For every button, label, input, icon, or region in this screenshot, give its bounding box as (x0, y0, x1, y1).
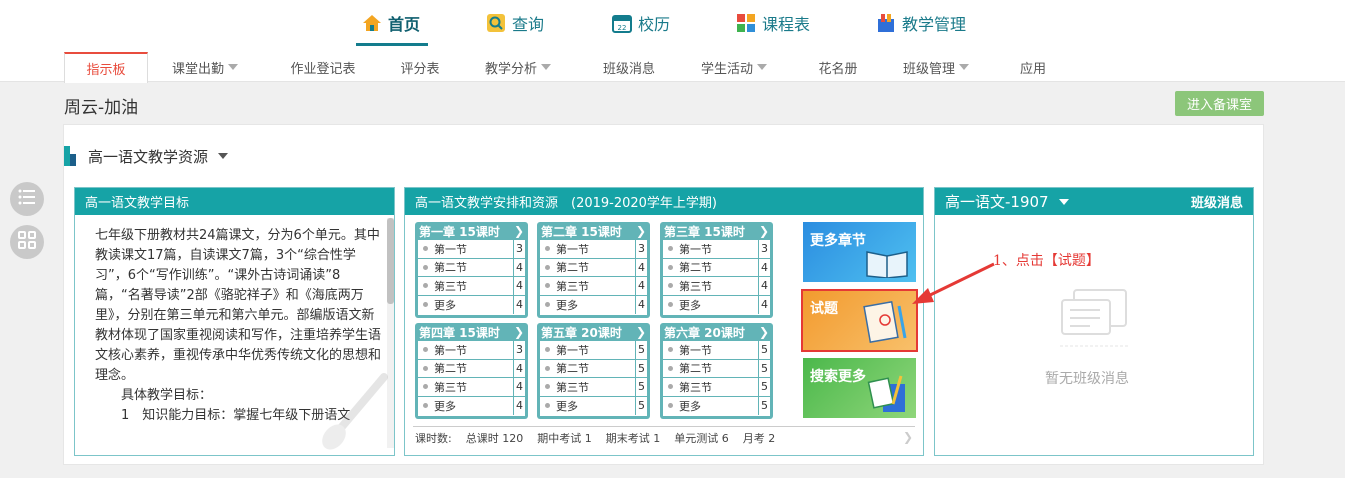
section-row[interactable]: 第二节 5 (540, 359, 647, 378)
section-row[interactable]: 第一节 5 (663, 341, 770, 360)
schedule-title: 高一语文教学安排和资源 (2019-2020学年上学期) (405, 188, 923, 215)
chapter-title: 第三章 15课时 (664, 224, 745, 239)
chevron-down-icon (1058, 198, 1069, 205)
tab-dashboard[interactable]: 指示板 (64, 52, 148, 83)
section-row[interactable]: 第一节 3 (540, 240, 647, 259)
chapter-title: 第二章 15课时 (541, 224, 622, 239)
section-row[interactable]: 第一节 3 (418, 341, 525, 360)
teaching-goals-title: 高一语文教学目标 (75, 188, 394, 215)
section-row-more[interactable]: 更多 4 (418, 396, 525, 415)
chapter-block[interactable]: 第六章 20课时 ❯ 第一节 5 第二节 5 第三节 5 更多 5 (660, 323, 773, 419)
empty-messages-text: 暂无班级消息 (1045, 371, 1129, 387)
scrollbar-thumb[interactable] (387, 218, 394, 304)
chapter-block[interactable]: 第三章 15课时 ❯ 第一节 3 第二节 4 第三节 4 更多 4 (660, 222, 773, 318)
section-row[interactable]: 第二节 5 (663, 359, 770, 378)
chevron-right-icon: ❯ (513, 325, 524, 339)
chevron-down-icon (228, 64, 238, 70)
nav-calendar[interactable]: 22 校历 (612, 10, 670, 36)
chevron-down-icon (959, 64, 969, 70)
list-icon (18, 189, 36, 209)
greeting: 周云-加油 (64, 98, 139, 118)
section-row[interactable]: 第三节 5 (663, 378, 770, 397)
chevron-right-icon: ❯ (758, 224, 769, 238)
annotation-text: 1、点击【试题】 (993, 253, 1100, 269)
section-row[interactable]: 第三节 4 (540, 277, 647, 296)
exam-tile-highlight (801, 289, 918, 352)
annotation-arrow-icon (912, 262, 995, 304)
section-row[interactable]: 第二节 4 (418, 359, 525, 378)
tab-class-management[interactable]: 班级管理 (894, 52, 978, 82)
chevron-right-icon: ❯ (513, 224, 524, 238)
chapter-title: 第四章 15课时 (419, 325, 500, 340)
timetable-icon (736, 13, 756, 33)
teaching-management-icon (876, 13, 896, 33)
tab-student-activities[interactable]: 学生活动 (692, 52, 776, 82)
tab-homework[interactable]: 作业登记表 (278, 52, 368, 82)
tab-roster[interactable]: 花名册 (810, 52, 866, 82)
nav-search[interactable]: 查询 (486, 10, 544, 36)
section-row[interactable]: 第三节 4 (418, 277, 525, 296)
tab-apps[interactable]: 应用 (1012, 52, 1054, 82)
chapter-title: 第六章 20课时 (664, 325, 745, 340)
tab-scores[interactable]: 评分表 (390, 52, 450, 82)
home-icon (362, 13, 382, 33)
grid-view-button[interactable] (10, 225, 44, 259)
notebook-icon (867, 375, 905, 412)
chapter-block[interactable]: 第四章 15课时 ❯ 第一节 3 第二节 4 第三节 4 更多 4 (415, 323, 528, 419)
list-view-button[interactable] (10, 182, 44, 216)
chevron-down-icon (541, 64, 551, 70)
grid-icon (18, 231, 36, 253)
chapter-block[interactable]: 第一章 15课时 ❯ 第一节 3 第二节 4 第三节 4 更多 4 (415, 222, 528, 318)
section-row-more[interactable]: 更多 4 (418, 295, 525, 314)
section-marker-icon (64, 146, 76, 166)
teaching-goals-card: 高一语文教学目标 七年级下册教材共24篇课文，分为6个单元。其中教读课文17篇，… (74, 187, 395, 456)
chevron-right-icon: ❯ (635, 224, 646, 238)
section-row[interactable]: 第三节 5 (540, 378, 647, 397)
section-row-more[interactable]: 更多 4 (540, 295, 647, 314)
chevron-right-icon: ❯ (758, 325, 769, 339)
calendar-icon: 22 (612, 13, 632, 33)
section-row-more[interactable]: 更多 5 (540, 396, 647, 415)
search-more-tile[interactable]: 搜索更多 (803, 358, 916, 418)
search-icon (486, 13, 506, 33)
nav-teaching-management[interactable]: 教学管理 (876, 10, 966, 36)
section-row[interactable]: 第二节 4 (418, 258, 525, 277)
more-chapters-tile[interactable]: 更多章节 (803, 222, 916, 282)
chevron-down-icon (218, 153, 229, 159)
chevron-down-icon (757, 64, 767, 70)
tab-class-messages[interactable]: 班级消息 (592, 52, 666, 82)
section-row[interactable]: 第一节 5 (540, 341, 647, 360)
section-row-more[interactable]: 更多 4 (663, 295, 770, 314)
section-row[interactable]: 第三节 4 (663, 277, 770, 296)
tab-analysis[interactable]: 教学分析 (476, 52, 560, 82)
section-row[interactable]: 第一节 3 (418, 240, 525, 259)
book-icon (866, 251, 908, 278)
section-row[interactable]: 第一节 3 (663, 240, 770, 259)
chevron-right-icon: ❯ (635, 325, 646, 339)
enter-prep-room-button[interactable]: 进入备课室 (1175, 91, 1264, 116)
nav-home[interactable]: 首页 (362, 10, 420, 36)
chevron-right-icon[interactable]: ❯ (903, 430, 913, 444)
section-row[interactable]: 第二节 4 (663, 258, 770, 277)
lesson-stats: 课时数: 总课时 120 期中考试 1 期末考试 1 单元测试 6 月考 2 (415, 432, 776, 445)
nav-timetable[interactable]: 课程表 (736, 10, 810, 36)
section-row-more[interactable]: 更多 5 (663, 396, 770, 415)
chapter-block[interactable]: 第五章 20课时 ❯ 第一节 5 第二节 5 第三节 5 更多 5 (537, 323, 650, 419)
chapter-title: 第一章 15课时 (419, 224, 500, 239)
section-row[interactable]: 第三节 4 (418, 378, 525, 397)
resource-selector[interactable]: 高一语文教学资源 (64, 146, 229, 166)
class-selector[interactable]: 高一语文-1907 (945, 191, 1069, 212)
chapter-block[interactable]: 第二章 15课时 ❯ 第一节 3 第二节 4 第三节 4 更多 4 (537, 222, 650, 318)
class-messages-link[interactable]: 班级消息 (1191, 192, 1243, 211)
empty-message-icon (1060, 289, 1128, 347)
tab-attendance[interactable]: 课堂出勤 (160, 52, 250, 82)
svg-text:22: 22 (618, 24, 627, 32)
chapter-title: 第五章 20课时 (541, 325, 622, 340)
section-row[interactable]: 第二节 4 (540, 258, 647, 277)
brush-watermark-icon (320, 373, 390, 457)
divider (413, 426, 915, 427)
top-nav (0, 0, 1345, 46)
